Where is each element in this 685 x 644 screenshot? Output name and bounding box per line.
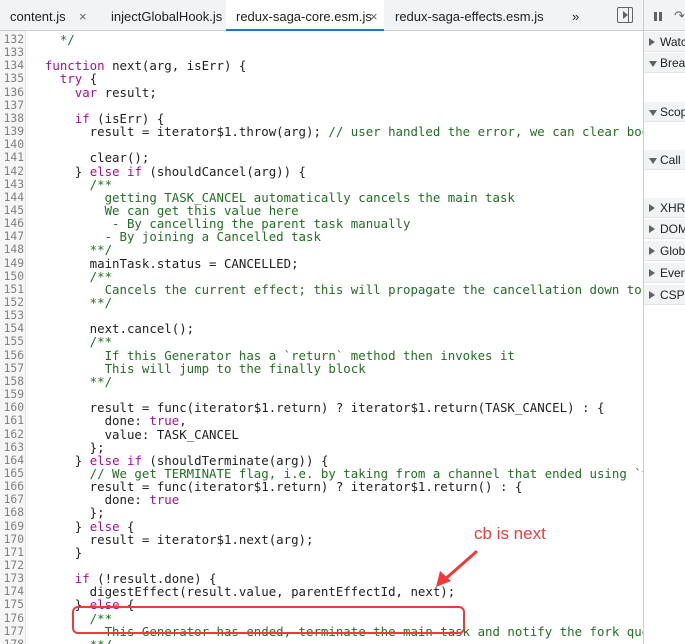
debugger-toolbar: ↷ <box>644 0 685 31</box>
pause-icon[interactable] <box>654 12 662 21</box>
caret-right-icon <box>649 225 655 233</box>
watch-section[interactable]: Watch <box>644 32 685 52</box>
global-listeners-section[interactable]: Global Listeners <box>644 241 685 261</box>
section-label: Watch <box>660 35 685 49</box>
section-label: XHR/fetch Breakpoints <box>660 201 685 215</box>
section-label: Event Listener Breakpoints <box>660 266 685 280</box>
debugger-sidebar: ↷ Watch Breakpoints Scope Call Stack XHR/fet… <box>643 0 685 644</box>
csp-violation-breakpoints-section[interactable]: CSP Violation Breakpoints <box>644 285 685 305</box>
section-label: DOM Breakpoints <box>660 222 685 236</box>
call-stack-section[interactable]: Call Stack <box>644 150 685 170</box>
caret-down-icon <box>649 158 657 164</box>
step-over-icon[interactable]: ↷ <box>674 8 685 24</box>
caret-right-icon <box>649 38 655 46</box>
section-label: Call Stack <box>660 153 685 167</box>
section-label: CSP Violation Breakpoints <box>660 288 685 302</box>
section-label: Global Listeners <box>660 244 685 258</box>
scope-section[interactable]: Scope <box>644 102 685 122</box>
caret-right-icon <box>649 204 655 212</box>
caret-down-icon <box>649 110 657 116</box>
dom-breakpoints-section[interactable]: DOM Breakpoints <box>644 219 685 239</box>
section-label: Scope <box>660 105 685 119</box>
caret-right-icon <box>649 291 655 299</box>
caret-down-icon <box>649 61 657 67</box>
breakpoints-section[interactable]: Breakpoints <box>644 53 685 73</box>
caret-right-icon <box>649 247 655 255</box>
caret-right-icon <box>649 269 655 277</box>
xhr-breakpoints-section[interactable]: XHR/fetch Breakpoints <box>644 198 685 218</box>
section-label: Breakpoints <box>660 56 685 70</box>
annotation-arrow <box>436 550 478 587</box>
event-listener-breakpoints-section[interactable]: Event Listener Breakpoints <box>644 263 685 283</box>
